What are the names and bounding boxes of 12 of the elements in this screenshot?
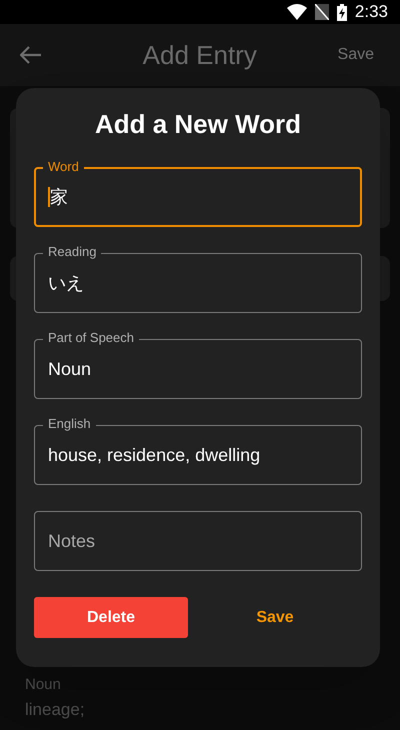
background-text: lineage; [25,698,85,720]
dialog-title: Add a New Word [94,108,302,140]
background-label: Noun [25,675,62,695]
no-signal-icon [314,4,329,20]
battery-charging-icon [336,4,347,20]
screen-title: Add Entry [142,38,258,72]
status-time: 2:33 [354,1,388,24]
back-arrow-icon[interactable] [20,46,42,64]
save-link[interactable]: Save [338,43,374,67]
wifi-icon [286,4,307,20]
delete-button[interactable]: Delete [34,597,188,638]
save-button[interactable]: Save [188,597,362,638]
